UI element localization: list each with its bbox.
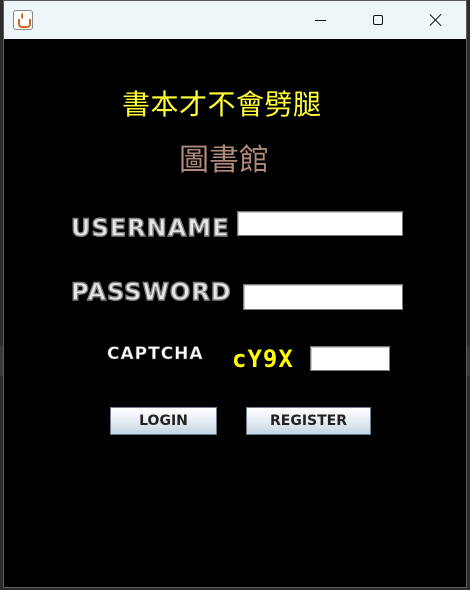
page-subtitle: 圖書館 bbox=[179, 143, 269, 178]
login-button[interactable]: LOGIN bbox=[110, 407, 217, 435]
password-field[interactable] bbox=[243, 284, 403, 310]
username-label: USERNAME bbox=[70, 213, 230, 242]
title-bar[interactable] bbox=[4, 1, 466, 39]
close-button[interactable] bbox=[407, 1, 465, 39]
register-button[interactable]: REGISTER bbox=[246, 407, 371, 435]
close-icon bbox=[429, 13, 443, 27]
java-cup-icon[interactable] bbox=[13, 10, 33, 30]
login-window: 書本才不會劈腿 圖書館 USERNAME PASSWORD CAPTCHA cY… bbox=[3, 0, 467, 588]
minimize-icon bbox=[314, 19, 326, 21]
password-label: PASSWORD bbox=[70, 277, 232, 306]
page-title: 書本才不會劈腿 bbox=[122, 88, 322, 121]
minimize-button[interactable] bbox=[291, 1, 349, 39]
login-panel: 書本才不會劈腿 圖書館 USERNAME PASSWORD CAPTCHA cY… bbox=[4, 39, 466, 587]
captcha-code: cY9X bbox=[232, 345, 294, 373]
maximize-button[interactable] bbox=[349, 1, 407, 39]
captcha-field[interactable] bbox=[310, 346, 390, 371]
username-field[interactable] bbox=[237, 211, 403, 236]
captcha-label: CAPTCHA bbox=[107, 344, 204, 365]
maximize-icon bbox=[373, 15, 383, 25]
